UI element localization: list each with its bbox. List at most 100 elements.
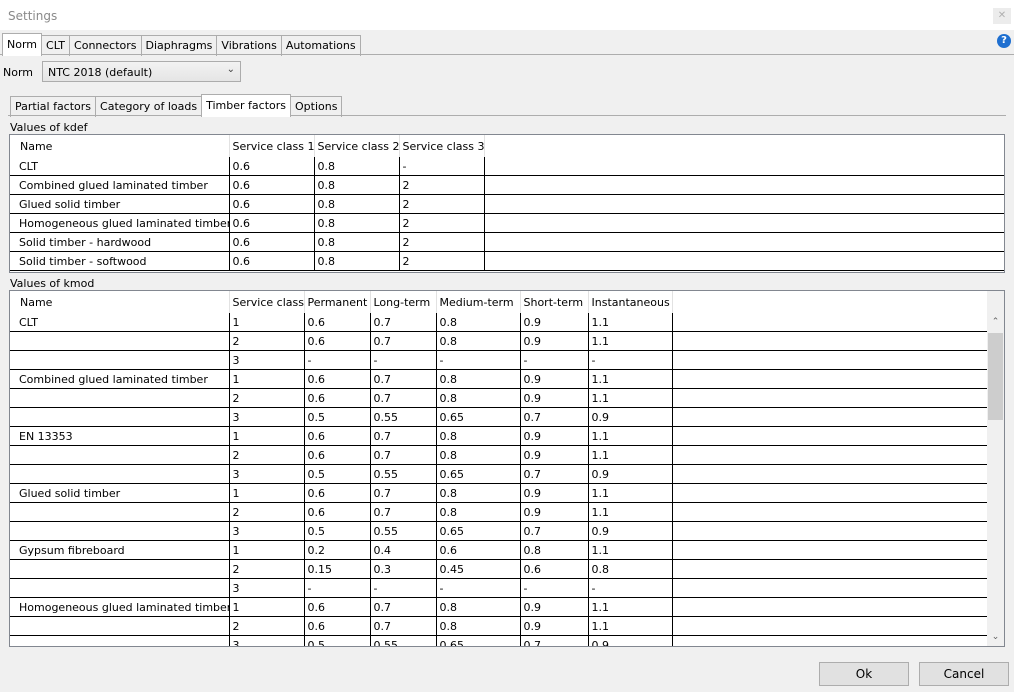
table-cell[interactable]: 0.9 <box>520 426 589 446</box>
table-cell[interactable]: 0.7 <box>520 407 589 427</box>
table-cell[interactable]: 0.6 <box>229 175 315 195</box>
table-cell[interactable]: 0.6 <box>229 213 315 233</box>
table-cell[interactable]: 0.55 <box>370 635 437 646</box>
table-cell[interactable]: 0.8 <box>314 213 400 233</box>
table-row[interactable]: 3 0.5 0.55 0.65 0.7 0.9 <box>10 635 987 646</box>
kmod-scrollbar[interactable]: ⌃ ⌄ <box>987 291 1004 646</box>
table-cell[interactable]: 0.8 <box>588 559 673 579</box>
table-cell[interactable]: 0.8 <box>520 540 589 560</box>
table-row[interactable]: 3 0.5 0.55 0.65 0.7 0.9 <box>10 407 987 427</box>
table-cell[interactable]: 0.9 <box>520 369 589 389</box>
table-cell[interactable]: 0.7 <box>370 313 437 332</box>
table-cell[interactable]: Gypsum fibreboard <box>10 540 230 560</box>
table-row[interactable]: EN 13353 1 0.6 0.7 0.8 0.9 1.1 <box>10 426 987 446</box>
table-cell[interactable]: 2 <box>399 251 485 271</box>
table-cell[interactable]: 1.1 <box>588 597 673 617</box>
tab-connectors[interactable]: Connectors <box>69 35 142 56</box>
tab-automations[interactable]: Automations <box>280 35 361 56</box>
table-cell[interactable]: 1 <box>229 369 305 389</box>
kmod-column-header[interactable]: Name <box>10 291 230 313</box>
table-cell[interactable] <box>10 578 230 598</box>
table-cell[interactable]: 2 <box>399 232 485 252</box>
kmod-column-header[interactable]: Service class <box>229 291 305 313</box>
kmod-column-header[interactable]: Short-term <box>520 291 589 313</box>
table-cell[interactable]: 0.55 <box>370 521 437 541</box>
table-cell[interactable]: 0.4 <box>370 540 437 560</box>
table-cell[interactable]: 0.9 <box>520 331 589 351</box>
table-cell[interactable]: 0.6 <box>229 157 315 176</box>
table-cell[interactable]: 1.1 <box>588 502 673 522</box>
table-cell[interactable]: 0.7 <box>520 635 589 646</box>
table-cell[interactable]: 0.7 <box>370 502 437 522</box>
table-row[interactable]: Homogeneous glued laminated timber 0.6 0.8… <box>10 213 1004 233</box>
table-cell[interactable]: 1.1 <box>588 540 673 560</box>
subtab-category-of-loads[interactable]: Category of loads <box>95 96 203 117</box>
table-cell[interactable]: 0.9 <box>520 597 589 617</box>
table-cell[interactable] <box>10 331 230 351</box>
table-cell[interactable]: 0.6 <box>304 426 371 446</box>
table-cell[interactable] <box>10 559 230 579</box>
table-cell[interactable]: 0.15 <box>304 559 371 579</box>
table-cell[interactable]: 2 <box>399 175 485 195</box>
table-cell[interactable]: 0.5 <box>304 464 371 484</box>
kdef-column-header[interactable]: Name <box>10 135 230 157</box>
table-cell[interactable]: 0.9 <box>520 502 589 522</box>
table-cell[interactable]: 0.7 <box>370 445 437 465</box>
table-row[interactable]: Combined glued laminated timber 1 0.6 0.7 0.… <box>10 369 987 389</box>
table-cell[interactable]: 0.8 <box>436 483 521 503</box>
table-cell[interactable]: 0.55 <box>370 464 437 484</box>
norm-dropdown[interactable]: NTC 2018 (default) ⌄ <box>42 61 241 82</box>
table-cell[interactable]: - <box>520 578 589 598</box>
table-cell[interactable]: 0.6 <box>304 331 371 351</box>
table-cell[interactable]: 0.8 <box>436 426 521 446</box>
table-row[interactable]: Combined glued laminated timber 0.6 0.8 2 <box>10 175 1004 195</box>
table-row[interactable]: 2 0.6 0.7 0.8 0.9 1.1 <box>10 502 987 522</box>
table-cell[interactable]: 2 <box>229 502 305 522</box>
kdef-column-header[interactable]: Service class 1 <box>229 135 315 157</box>
tab-diaphragms[interactable]: Diaphragms <box>140 35 218 56</box>
table-cell[interactable]: 0.65 <box>436 521 521 541</box>
table-cell[interactable]: 0.7 <box>370 388 437 408</box>
table-row[interactable]: 3----- <box>10 350 987 370</box>
table-cell[interactable]: 0.8 <box>436 369 521 389</box>
table-cell[interactable]: 0.7 <box>520 521 589 541</box>
table-cell[interactable]: 0.8 <box>436 502 521 522</box>
kmod-column-header[interactable]: Medium-term <box>436 291 521 313</box>
table-cell[interactable]: 0.6 <box>229 194 315 214</box>
table-cell[interactable]: - <box>370 350 437 370</box>
table-cell[interactable]: 3 <box>229 635 305 646</box>
table-row[interactable]: 2 0.15 0.3 0.45 0.6 0.8 <box>10 559 987 579</box>
table-cell[interactable]: 1.1 <box>588 331 673 351</box>
table-cell[interactable]: 0.9 <box>588 407 673 427</box>
table-row[interactable]: Homogeneous glued laminated timber 1 0.6 0.… <box>10 597 987 617</box>
table-cell[interactable]: 0.8 <box>436 616 521 636</box>
kdef-column-header[interactable]: Service class 2 <box>314 135 400 157</box>
table-cell[interactable]: 0.6 <box>436 540 521 560</box>
table-cell[interactable]: 0.6 <box>229 251 315 271</box>
table-cell[interactable]: 2 <box>229 331 305 351</box>
table-cell[interactable]: 3 <box>229 350 305 370</box>
table-cell[interactable]: 0.7 <box>370 597 437 617</box>
table-row[interactable]: CLT 1 0.6 0.7 0.8 0.9 1.1 <box>10 313 987 332</box>
tab-vibrations[interactable]: Vibrations <box>216 35 282 56</box>
table-cell[interactable]: 0.8 <box>436 331 521 351</box>
kmod-column-header[interactable]: Long-term <box>370 291 437 313</box>
table-cell[interactable]: 0.7 <box>370 369 437 389</box>
table-cell[interactable]: - <box>588 578 673 598</box>
table-cell[interactable]: - <box>520 350 589 370</box>
table-cell[interactable]: 0.9 <box>520 388 589 408</box>
subtab-options[interactable]: Options <box>290 96 343 117</box>
table-cell[interactable]: - <box>304 350 371 370</box>
close-icon[interactable]: ✕ <box>993 8 1011 24</box>
scroll-up-icon[interactable]: ⌃ <box>987 317 1004 331</box>
table-row[interactable]: CLT 0.6 0.8- <box>10 157 1004 176</box>
table-cell[interactable]: Solid timber - softwood <box>10 251 230 271</box>
scroll-down-icon[interactable]: ⌄ <box>987 632 1004 646</box>
table-cell[interactable]: 0.9 <box>520 616 589 636</box>
table-cell[interactable]: EN 13353 <box>10 426 230 446</box>
table-cell[interactable]: Glued solid timber <box>10 194 230 214</box>
table-cell[interactable]: 0.9 <box>588 521 673 541</box>
table-cell[interactable]: 2 <box>229 388 305 408</box>
table-cell[interactable]: Homogeneous glued laminated timber <box>10 213 230 233</box>
table-cell[interactable]: CLT <box>10 313 230 332</box>
